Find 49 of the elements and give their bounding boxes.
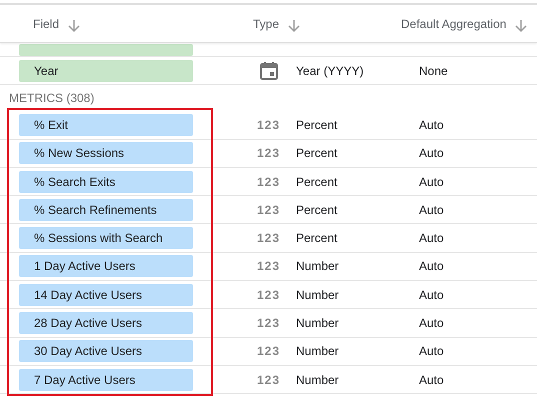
number-type-icon: 123 bbox=[256, 370, 280, 389]
number-type-icon: 123 bbox=[256, 200, 280, 219]
aggregation-value: Auto bbox=[419, 202, 444, 219]
column-header[interactable]: Field bbox=[33, 14, 60, 32]
field-chip[interactable]: % Search Exits bbox=[19, 170, 193, 193]
aggregation-value: Auto bbox=[419, 258, 444, 276]
aggregation-value: Auto bbox=[419, 230, 444, 248]
section-title: METRICS (308) bbox=[8, 90, 96, 108]
column-header[interactable]: Type bbox=[253, 14, 280, 32]
number-type-icon: 123 bbox=[256, 116, 280, 134]
field-chip[interactable]: 30 Day Active Users bbox=[19, 340, 193, 362]
type-value: Year (YYYY) bbox=[295, 62, 365, 80]
aggregation-value: Auto bbox=[419, 372, 444, 389]
type-value: Percent bbox=[295, 145, 338, 162]
field-chip[interactable]: % New Sessions bbox=[19, 142, 193, 164]
aggregation-value: Auto bbox=[419, 174, 444, 191]
type-value: Percent bbox=[295, 116, 338, 134]
aggregation-value: Auto bbox=[419, 286, 444, 304]
column-header[interactable]: Default Aggregation bbox=[401, 14, 506, 32]
calendar-icon bbox=[258, 60, 278, 81]
aggregation-value: Auto bbox=[419, 315, 444, 332]
type-value: Number bbox=[295, 258, 340, 276]
type-value: Number bbox=[295, 286, 340, 304]
aggregation-value: Auto bbox=[419, 343, 444, 360]
aggregation-value: Auto bbox=[419, 116, 444, 134]
field-chip[interactable] bbox=[19, 44, 193, 56]
aggregation-value: Auto bbox=[419, 145, 444, 162]
type-value: Percent bbox=[295, 174, 338, 191]
type-value: Percent bbox=[295, 202, 338, 219]
type-value: Number bbox=[295, 315, 340, 332]
number-type-icon: 123 bbox=[256, 257, 280, 276]
number-type-icon: 123 bbox=[256, 286, 280, 304]
type-value: Percent bbox=[295, 230, 338, 248]
field-chip[interactable]: 14 Day Active Users bbox=[19, 284, 193, 306]
field-chip[interactable]: % Exit bbox=[19, 114, 193, 136]
number-type-icon: 123 bbox=[256, 314, 280, 332]
number-type-icon: 123 bbox=[256, 172, 280, 191]
field-chip[interactable]: 28 Day Active Users bbox=[19, 312, 193, 334]
aggregation-value: None bbox=[419, 62, 448, 80]
field-chip[interactable]: 7 Day Active Users bbox=[19, 368, 193, 391]
type-value: Number bbox=[295, 372, 340, 389]
field-chip[interactable]: 1 Day Active Users bbox=[19, 255, 193, 278]
field-chip[interactable]: % Sessions with Search bbox=[19, 227, 193, 250]
number-type-icon: 123 bbox=[256, 342, 280, 360]
type-value: Number bbox=[295, 343, 340, 360]
number-type-icon: 123 bbox=[256, 229, 280, 248]
number-type-icon: 123 bbox=[256, 144, 280, 162]
field-chip[interactable]: % Search Refinements bbox=[19, 198, 193, 221]
field-chip[interactable]: Year bbox=[19, 60, 193, 82]
